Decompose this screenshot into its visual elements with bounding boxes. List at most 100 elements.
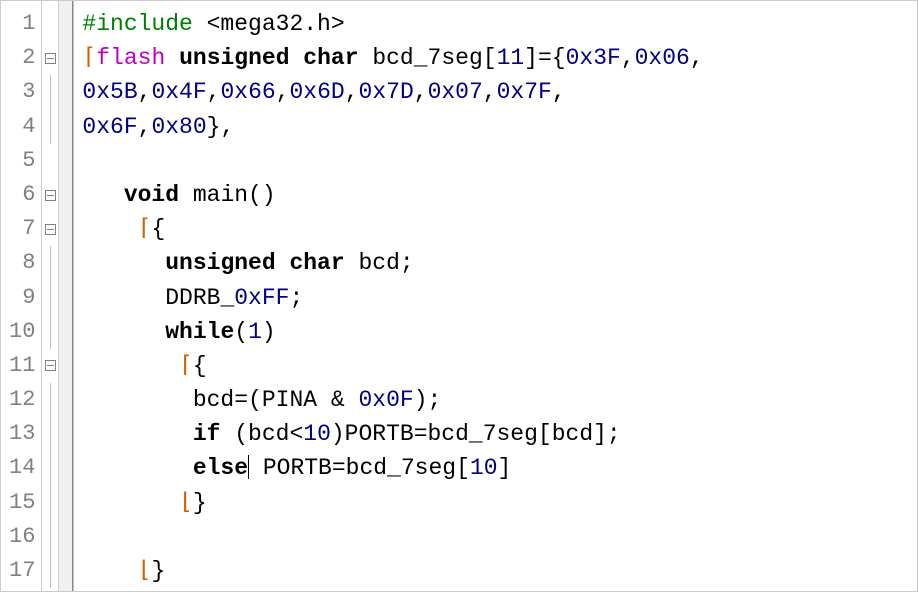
tok-number: 10 xyxy=(303,421,331,447)
fold-toggle-icon[interactable] xyxy=(45,190,56,201)
tok-ident: ] xyxy=(498,455,512,481)
line-number: 8 xyxy=(22,246,35,280)
line-number: 6 xyxy=(22,178,35,212)
tok-op: ); xyxy=(414,387,442,413)
tok-ident: main() xyxy=(179,182,276,208)
tok-comma: , xyxy=(690,45,704,71)
tok-number: 0x3F xyxy=(566,45,621,71)
tok-include: <mega32.h> xyxy=(193,11,345,37)
line-number: 12 xyxy=(9,383,35,417)
tok-comma: , xyxy=(345,79,359,105)
tok-keyword: void xyxy=(124,182,179,208)
tok-op: ]={ xyxy=(524,45,565,71)
code-line[interactable] xyxy=(82,520,917,554)
tok-keyword: unsigned char xyxy=(165,250,358,276)
bracket-open-icon: ⌈ xyxy=(82,45,96,71)
fold-guide-icon xyxy=(50,554,51,588)
tok-flash: flash xyxy=(96,45,165,71)
code-line[interactable]: else PORTB=bcd_7seg[10] xyxy=(82,451,917,485)
code-line[interactable]: while(1) xyxy=(82,315,917,349)
line-number: 11 xyxy=(9,349,35,383)
tok-ident: DDRB_ xyxy=(165,285,234,311)
tok-paren: ) xyxy=(262,319,276,345)
bracket-open-icon: ⌈ xyxy=(179,353,193,379)
line-number: 2 xyxy=(22,41,35,75)
code-line[interactable]: bcd=(PINA & 0x0F); xyxy=(82,383,917,417)
tok-number: 0x80 xyxy=(151,114,206,140)
tok-brace: } xyxy=(151,558,165,584)
tok-paren: ( xyxy=(234,319,248,345)
tok-number: 0x07 xyxy=(428,79,483,105)
code-line[interactable] xyxy=(82,144,917,178)
tok-number: 0x66 xyxy=(220,79,275,105)
gutter: 1 2 3 4 5 6 7 8 9 10 11 12 13 14 15 16 1… xyxy=(1,1,74,591)
tok-ident: bcd; xyxy=(358,250,413,276)
code-line[interactable]: ⌈{ xyxy=(82,212,917,246)
line-number: 1 xyxy=(22,7,35,41)
tok-op: [ xyxy=(483,45,497,71)
tok-ident: )PORTB=bcd_7seg[bcd]; xyxy=(331,421,621,447)
code-line[interactable]: ⌊} xyxy=(82,486,917,520)
bracket-close-icon: ⌊ xyxy=(179,490,193,516)
line-number: 4 xyxy=(22,110,35,144)
tok-number: 0x0F xyxy=(358,387,413,413)
tok-comma: , xyxy=(414,79,428,105)
code-line[interactable]: ⌈{ xyxy=(82,349,917,383)
fold-guide-icon xyxy=(50,110,51,144)
tok-number: 0x7D xyxy=(359,79,414,105)
tok-keyword: while xyxy=(165,319,234,345)
code-line[interactable]: DDRB_0xFF; xyxy=(82,281,917,315)
code-line[interactable]: void main() xyxy=(82,178,917,212)
line-number: 15 xyxy=(9,486,35,520)
tok-keyword: unsigned char xyxy=(165,45,372,71)
fold-guide-icon xyxy=(50,520,51,554)
tok-semicolon: ; xyxy=(289,285,303,311)
tok-number: 0x06 xyxy=(635,45,690,71)
code-line[interactable]: 0x5B,0x4F,0x66,0x6D,0x7D,0x07,0x7F, xyxy=(82,75,917,109)
tok-comma: , xyxy=(483,79,497,105)
line-numbers: 1 2 3 4 5 6 7 8 9 10 11 12 13 14 15 16 1… xyxy=(1,1,41,591)
tok-brace: }, xyxy=(207,114,235,140)
code-line[interactable]: ⌊} xyxy=(82,554,917,588)
tok-keyword: if xyxy=(193,421,221,447)
code-editor: 1 2 3 4 5 6 7 8 9 10 11 12 13 14 15 16 1… xyxy=(0,0,918,592)
tok-number: 10 xyxy=(470,455,498,481)
line-number: 14 xyxy=(9,451,35,485)
tok-ident: PORTB=bcd_7seg[ xyxy=(249,455,470,481)
line-number: 17 xyxy=(9,554,35,588)
code-line[interactable]: #include <mega32.h> xyxy=(82,7,917,41)
fold-toggle-icon[interactable] xyxy=(45,224,56,235)
fold-guide-icon xyxy=(50,281,51,315)
tok-number: 0x4F xyxy=(151,79,206,105)
line-number: 7 xyxy=(22,212,35,246)
tok-comma: , xyxy=(138,114,152,140)
code-line[interactable]: 0x6F,0x80}, xyxy=(82,110,917,144)
tok-number: 0x6F xyxy=(82,114,137,140)
tok-brace: { xyxy=(151,216,165,242)
tok-ident: (bcd< xyxy=(220,421,303,447)
fold-guide-icon xyxy=(50,486,51,520)
fold-toggle-icon[interactable] xyxy=(45,360,56,371)
tok-ident: bcd=(PINA & xyxy=(193,387,359,413)
tok-comma: , xyxy=(138,79,152,105)
tok-keyword: else xyxy=(193,455,248,481)
code-area[interactable]: #include <mega32.h> ⌈flash unsigned char… xyxy=(74,1,917,591)
code-line[interactable]: unsigned char bcd; xyxy=(82,246,917,280)
fold-guide-icon xyxy=(50,315,51,349)
code-line[interactable]: if (bcd<10)PORTB=bcd_7seg[bcd]; xyxy=(82,417,917,451)
tok-brace: } xyxy=(193,490,207,516)
marker-column xyxy=(59,1,73,591)
tok-comma: , xyxy=(276,79,290,105)
bracket-open-icon: ⌈ xyxy=(138,216,152,242)
fold-guide-icon xyxy=(50,246,51,280)
line-number: 13 xyxy=(9,417,35,451)
tok-number: 1 xyxy=(248,319,262,345)
fold-guide-icon xyxy=(50,75,51,109)
tok-number: 11 xyxy=(497,45,525,71)
code-line[interactable]: ⌈flash unsigned char bcd_7seg[11]={0x3F,… xyxy=(82,41,917,75)
fold-column xyxy=(41,1,59,591)
fold-toggle-icon[interactable] xyxy=(45,53,56,64)
tok-ident: bcd_7seg xyxy=(372,45,482,71)
fold-guide-icon xyxy=(50,417,51,451)
bracket-close-icon: ⌊ xyxy=(138,558,152,584)
